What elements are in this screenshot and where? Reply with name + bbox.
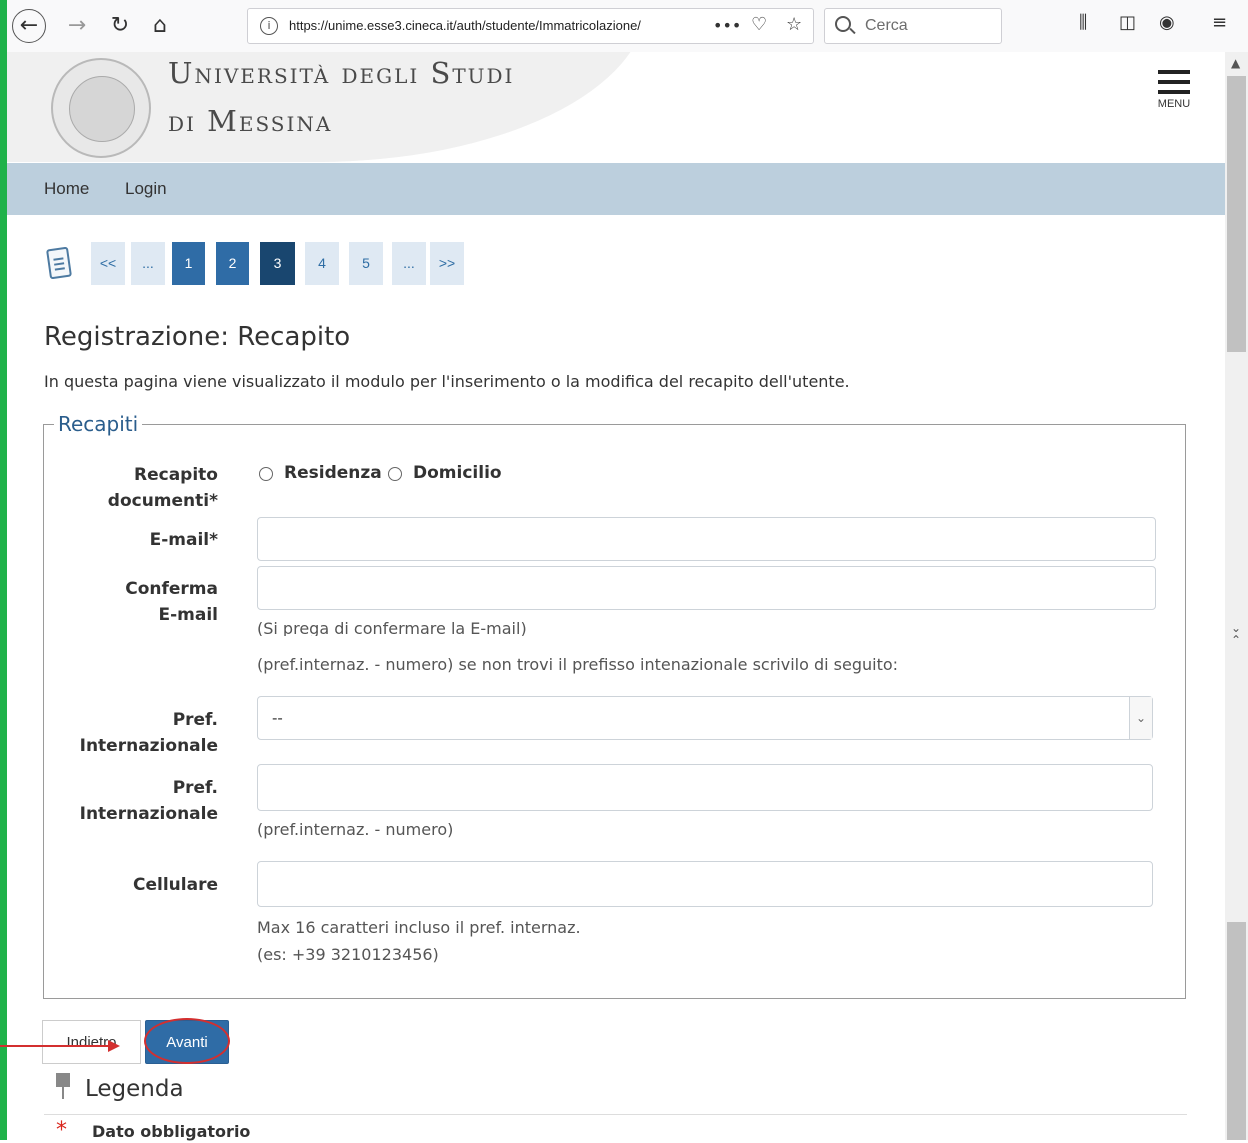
scroll-split-arrows-icon: ⌄ ⌃	[1231, 621, 1242, 647]
pager-ellipsis-right[interactable]: ...	[392, 242, 426, 285]
nav-login-link[interactable]: Login	[125, 179, 167, 199]
library-icon[interactable]: ⫼	[1079, 12, 1087, 33]
pager-page-5[interactable]: 5	[349, 242, 383, 285]
confirm-label-line2: E-mail	[158, 605, 218, 625]
pref-select-value: --	[272, 709, 283, 727]
legenda-mandatory-text: Dato obbligatorio	[92, 1122, 251, 1141]
annotation-arrow-line	[0, 1045, 112, 1047]
site-info-icon[interactable]: i	[260, 17, 278, 35]
university-name-line2: di Messina	[168, 104, 333, 138]
back-button[interactable]: ←	[12, 9, 46, 43]
reload-icon: ↻	[110, 13, 130, 38]
sidebar-icon[interactable]: ◫	[1119, 12, 1136, 33]
radio-domicilio[interactable]	[388, 467, 402, 481]
scroll-thumb[interactable]	[1227, 76, 1246, 352]
radio-domicilio-label[interactable]: Domicilio	[413, 463, 502, 483]
pager-page-3-current[interactable]: 3	[260, 242, 295, 285]
vertical-scrollbar[interactable]: ▲ ⌄ ⌃	[1225, 52, 1248, 1140]
scroll-thumb-lower[interactable]	[1227, 922, 1246, 1140]
back-button-indietro[interactable]: Indietro	[42, 1020, 141, 1064]
confirm-email-field[interactable]	[257, 566, 1156, 610]
pager-page-1[interactable]: 1	[172, 242, 205, 285]
university-seal-logo[interactable]	[51, 58, 151, 158]
search-icon	[835, 16, 851, 32]
pager-first[interactable]: <<	[91, 242, 125, 285]
chevron-down-icon[interactable]: ⌄	[1129, 697, 1152, 739]
pref-internazionale-select[interactable]: -- ⌄	[257, 696, 1153, 740]
email-label: E-mail*	[149, 530, 218, 550]
reload-button[interactable]: ↻	[105, 10, 135, 42]
pref-text-help: (pref.internaz. - numero)	[257, 820, 454, 839]
bookmark-star-icon[interactable]: ☆	[786, 14, 802, 35]
page-actions-button[interactable]: •••	[713, 16, 741, 35]
menu-icon	[1154, 70, 1194, 94]
left-green-bar	[0, 0, 7, 1140]
pref-text-label: Pref. Internazionale	[80, 775, 218, 827]
menu-label: MENU	[1157, 98, 1191, 110]
search-input[interactable]: Cerca	[865, 17, 908, 35]
url-bar[interactable]: i https://unime.esse3.cineca.it/auth/stu…	[247, 8, 814, 44]
search-bar[interactable]: Cerca	[824, 8, 1002, 44]
pager-page-2[interactable]: 2	[216, 242, 249, 285]
forward-button[interactable]: →	[62, 10, 92, 42]
site-header: Università degli Studi di Messina MENU	[7, 52, 1225, 163]
seam-cover	[44, 637, 1185, 639]
browser-toolbar: ← → ↻ ⌂ i https://unime.esse3.cineca.it/…	[7, 0, 1248, 53]
legenda-title: Legenda	[85, 1076, 184, 1102]
cellulare-field[interactable]	[257, 861, 1153, 907]
pager-last[interactable]: >>	[430, 242, 464, 285]
home-button[interactable]: ⌂	[145, 10, 175, 42]
pref-select-label: Pref. Internazionale	[80, 707, 218, 759]
legenda-divider	[44, 1114, 1187, 1115]
steps-clipboard-icon	[46, 246, 72, 280]
scroll-up-arrow-icon[interactable]: ▲	[1231, 56, 1240, 70]
nav-home-link[interactable]: Home	[44, 179, 89, 199]
pager-ellipsis-left[interactable]: ...	[131, 242, 165, 285]
url-text[interactable]: https://unime.esse3.cineca.it/auth/stude…	[289, 18, 641, 33]
pocket-icon[interactable]: ♡	[751, 14, 767, 35]
cellulare-label: Cellulare	[133, 875, 218, 895]
main-nav: Home Login	[7, 163, 1225, 215]
hamburger-menu-icon[interactable]: ≡	[1212, 12, 1227, 33]
page-description: In questa pagina viene visualizzato il m…	[44, 372, 850, 391]
confirm-email-help: (Si prega di confermare la E-mail)	[257, 619, 527, 636]
fieldset-legend: Recapiti	[54, 412, 143, 436]
pref-text-label-line1: Pref.	[172, 778, 218, 798]
confirm-label-line1: Conferma	[125, 579, 218, 599]
back-arrow-icon: ←	[19, 13, 39, 38]
cellulare-help-1: Max 16 caratteri incluso il pref. intern…	[257, 918, 581, 937]
cellulare-help-2: (es: +39 3210123456)	[257, 945, 439, 964]
email-field[interactable]	[257, 517, 1156, 561]
menu-button[interactable]: MENU	[1154, 70, 1194, 110]
confirm-email-label: Conferma E-mail	[125, 576, 218, 628]
home-icon: ⌂	[153, 13, 167, 38]
account-icon[interactable]: ◉	[1159, 12, 1175, 33]
radio-residenza[interactable]	[259, 467, 273, 481]
pref-select-label-line1: Pref.	[172, 710, 218, 730]
fieldset-right-border	[1185, 637, 1186, 999]
pager-page-4[interactable]: 4	[305, 242, 339, 285]
annotation-arrow-head-icon	[108, 1040, 120, 1052]
recapito-label-line2: documenti*	[107, 491, 218, 511]
pref-text-label-line2: Internazionale	[79, 804, 218, 824]
radio-residenza-label[interactable]: Residenza	[284, 463, 382, 483]
forward-arrow-icon: →	[67, 13, 87, 38]
pref-internazionale-field[interactable]	[257, 764, 1153, 811]
page-title: Registrazione: Recapito	[44, 322, 351, 352]
recapito-label-line1: Recapito	[134, 465, 218, 485]
recapito-documenti-label: Recapito documenti*	[108, 462, 218, 514]
pref-intro-text: (pref.internaz. - numero) se non trovi i…	[257, 655, 899, 674]
next-button-avanti[interactable]: Avanti	[145, 1020, 229, 1064]
pref-select-label-line2: Internazionale	[79, 736, 218, 756]
required-star-icon: *	[56, 1118, 67, 1143]
university-name-line1: Università degli Studi	[168, 56, 515, 90]
pushpin-icon	[56, 1073, 70, 1099]
